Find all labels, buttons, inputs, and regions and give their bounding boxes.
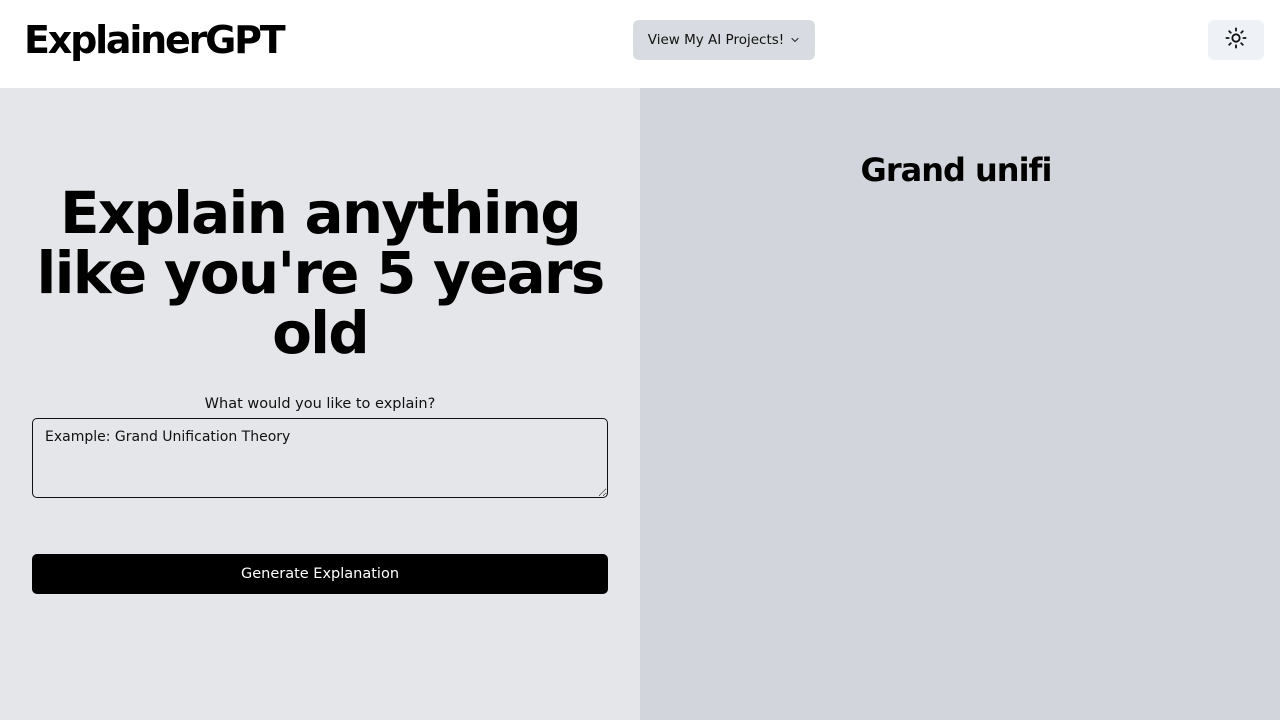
page-headline: Explain anything like you're 5 years old	[36, 179, 606, 367]
result-title: Grand unifi	[860, 151, 1053, 189]
prompt-label: What would you like to explain?	[204, 396, 436, 412]
explain-topic-input[interactable]	[32, 418, 608, 498]
view-projects-label: View My AI Projects!	[647, 32, 785, 48]
theme-toggle-button[interactable]	[1208, 20, 1264, 60]
top-header: ExplainerGPT View My AI Projects!	[0, 0, 1280, 88]
app-logo[interactable]: ExplainerGPT	[24, 16, 286, 64]
sun-icon	[1225, 27, 1247, 53]
chevron-down-icon	[790, 35, 800, 45]
result-panel: Grand unifi	[640, 88, 1280, 720]
generate-explanation-button[interactable]: Generate Explanation	[32, 554, 608, 594]
input-panel: Explain anything like you're 5 years old…	[0, 88, 640, 720]
view-projects-dropdown-button[interactable]: View My AI Projects!	[633, 20, 815, 60]
